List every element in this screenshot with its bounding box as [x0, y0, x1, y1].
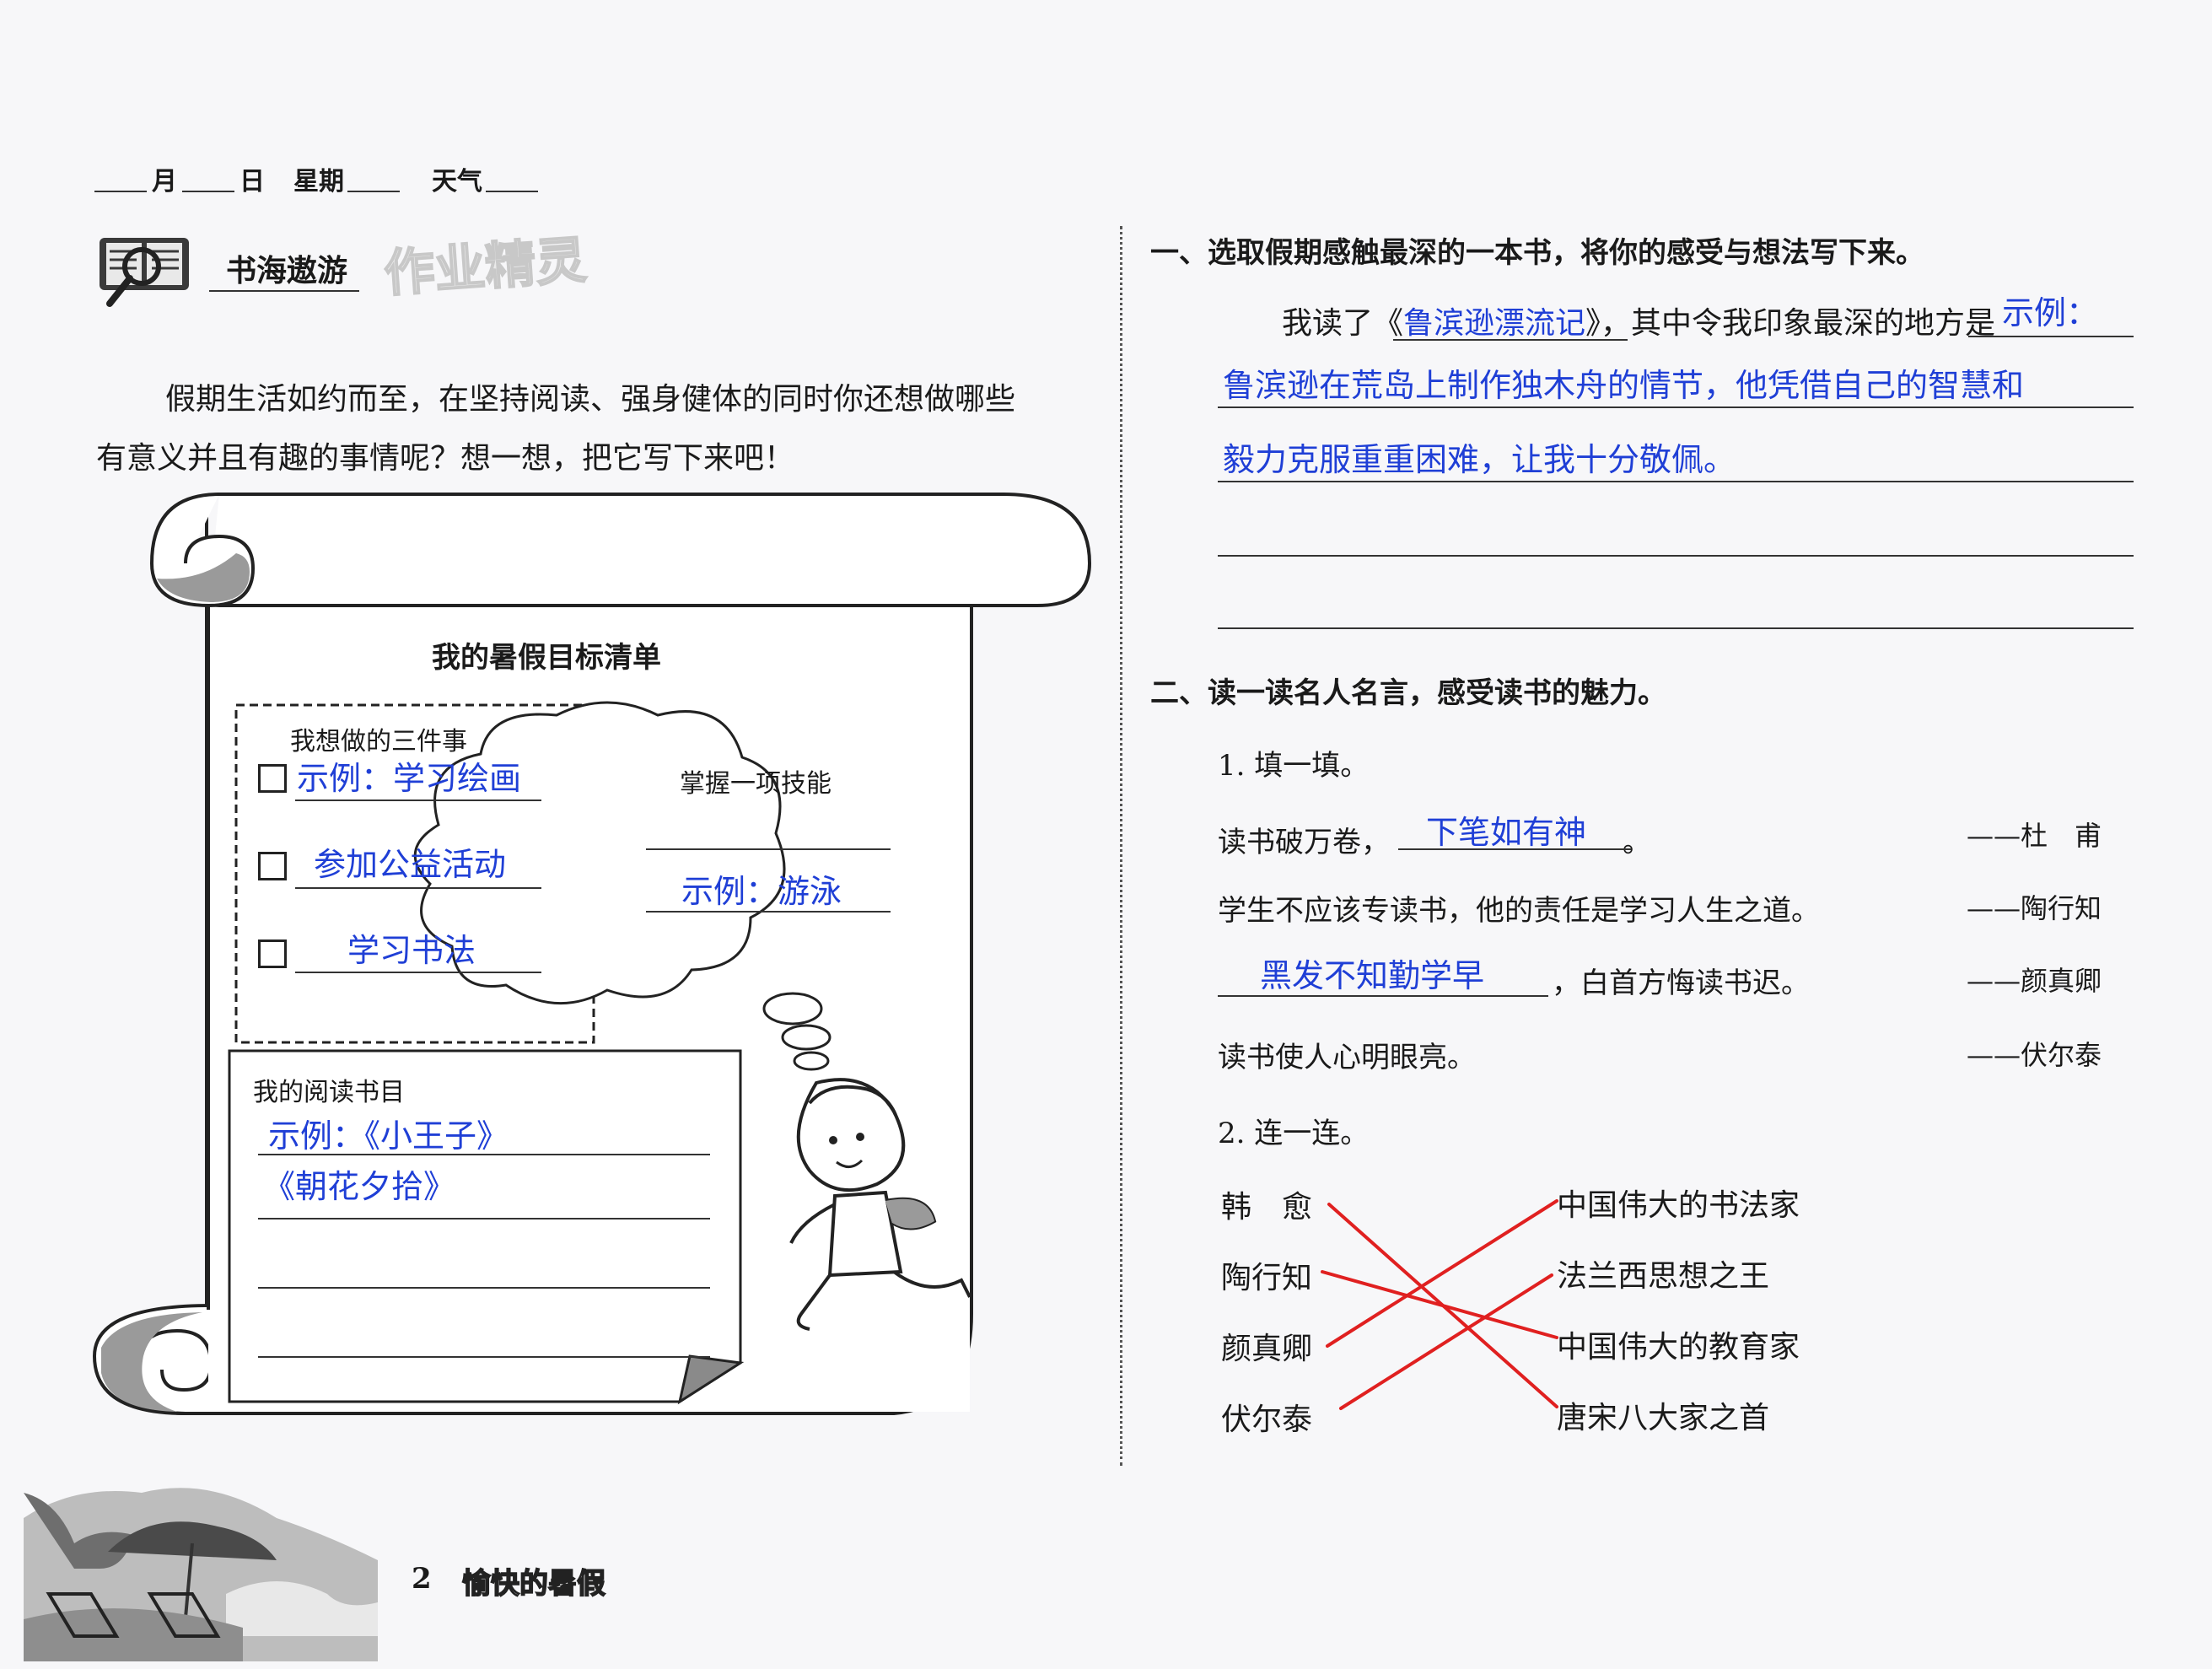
book-title: 愉快的暑假: [461, 1566, 606, 1602]
quote-4-author: ——伏尔泰: [1967, 1039, 2102, 1071]
book-answer-1: 示例：《小王子》: [268, 1117, 509, 1155]
match-line-4: [1339, 1273, 1553, 1410]
weekday-label: 星期: [293, 167, 344, 197]
day-label: 日: [239, 167, 265, 197]
quote-1-post: 。: [1623, 826, 1651, 859]
section-title: 书海遨游: [226, 254, 348, 288]
scroll-title: 我的暑假目标清单: [432, 641, 661, 675]
quote-1-author: ——杜 甫: [1967, 820, 2102, 852]
person-4: 伏尔泰: [1221, 1402, 1313, 1437]
page-number: 2: [412, 1562, 432, 1596]
book-answer-2: 《朝花夕拾》: [263, 1168, 456, 1205]
q1-prefix: 我读了《: [1282, 306, 1404, 341]
weather-label: 天气: [432, 167, 482, 197]
match-line-3: [1326, 1199, 1558, 1348]
quote-2-author: ——陶行知: [1967, 892, 2102, 924]
intro-line-1: 假期生活如约而至，在坚持阅读、强身健体的同时你还想做哪些: [165, 382, 1016, 417]
month-label: 月: [152, 167, 177, 197]
page-divider: [1120, 226, 1122, 1466]
q1-answer-start: 示例：: [2002, 294, 2099, 331]
person-2: 陶行知: [1221, 1261, 1313, 1295]
scroll-illustration: [92, 493, 1092, 1415]
skill-answer: 示例：游泳: [681, 873, 842, 910]
q1-answer-line3: 毅力克服重重困难，让我十分敬佩。: [1223, 441, 1736, 478]
date-header: 月 日 星期 天气: [94, 160, 567, 202]
q2-sub1: 1. 填一填。: [1218, 749, 1370, 783]
q1-book: 鲁滨逊漂流记: [1403, 306, 1586, 341]
thing-answer-1: 示例：学习绘画: [297, 760, 522, 797]
q1-answer-line2: 鲁滨逊在荒岛上制作独木舟的情节，他凭借自己的智慧和: [1223, 367, 2025, 404]
reading-list-label: 我的阅读书目: [253, 1078, 405, 1107]
quote-2: 学生不应该专读书，他的责任是学习人生之道。: [1218, 894, 1820, 928]
watermark: 作业精灵: [381, 230, 589, 305]
title-3: 中国伟大的教育家: [1557, 1330, 1800, 1365]
intro-line-2: 有意义并且有趣的事情呢？想一想，把它写下来吧！: [96, 441, 795, 476]
quote-3-post: ，白首方悔读书迟。: [1552, 966, 1810, 1000]
beach-illustration: [24, 1488, 378, 1661]
matching-lines: [1321, 1199, 1558, 1410]
q1-middle: 》，其中令我印象最深的地方是: [1585, 306, 1996, 341]
q1-heading: 一、选取假期感触最深的一本书，将你的感受与想法写下来。: [1150, 236, 1924, 270]
title-2: 法兰西思想之王: [1557, 1259, 1770, 1294]
thing-answer-2: 参加公益活动: [314, 846, 507, 883]
q1-sentence: 我读了《鲁滨逊漂流记》，其中令我印象最深的地方是: [1282, 299, 1995, 342]
quote-1: 读书破万卷， 下笔如有神 。: [1218, 814, 1651, 861]
title-4: 唐宋八大家之首: [1557, 1401, 1770, 1435]
book-magnifier-icon: [100, 238, 189, 307]
worksheet-page: 月 日 星期 天气 书海遨游 作业精灵 假期生活如约而至，在坚持阅读、强身健体的…: [0, 0, 2212, 1669]
quote-1-pre: 读书破万卷，: [1218, 826, 1390, 859]
checkbox-1[interactable]: [258, 764, 287, 793]
quote-3-author: ——颜真卿: [1967, 965, 2102, 997]
quote-1-answer: 下笔如有神: [1425, 814, 1586, 851]
q2-heading: 二、读一读名人名言，感受读书的魅力。: [1150, 676, 1666, 710]
person-1: 韩 愈: [1221, 1190, 1313, 1225]
quote-4: 读书使人心明眼亮。: [1218, 1041, 1476, 1074]
person-3: 颜真卿: [1221, 1332, 1313, 1366]
title-1: 中国伟大的书法家: [1557, 1188, 1800, 1223]
quote-3-answer: 黑发不知勤学早: [1260, 957, 1485, 994]
skill-label: 掌握一项技能: [680, 769, 832, 799]
thing-answer-3: 学习书法: [347, 932, 476, 969]
checkbox-2[interactable]: [258, 852, 287, 880]
q2-sub2: 2. 连一连。: [1218, 1117, 1370, 1150]
checkbox-3[interactable]: [258, 939, 287, 968]
